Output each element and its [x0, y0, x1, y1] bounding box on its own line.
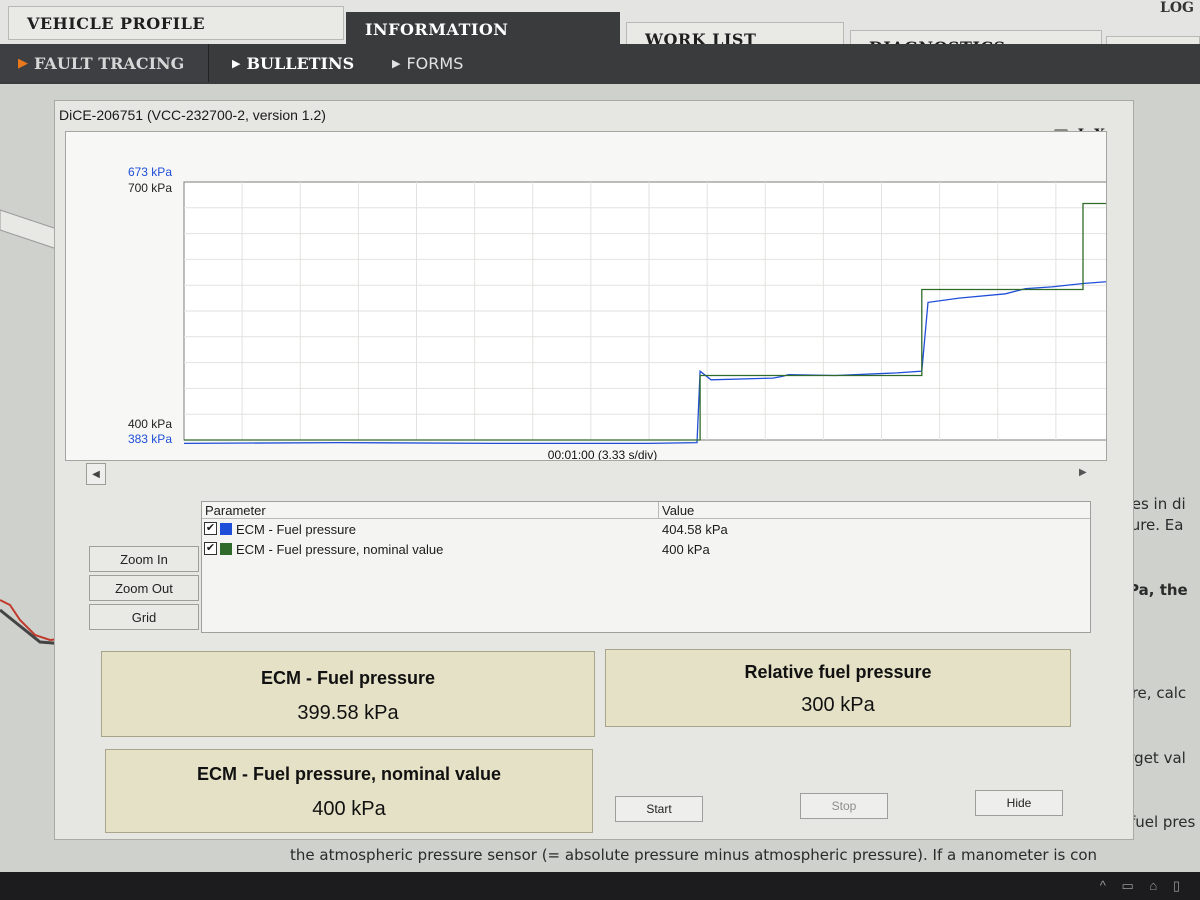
- triangle-right-icon: ▶: [232, 56, 241, 70]
- x-axis-label: 00:01:00 (3.33 s/div): [548, 448, 657, 460]
- y-axis-label-bottom-series2: 400 kPa: [128, 417, 172, 431]
- parameter-name: ECM - Fuel pressure, nominal value: [236, 542, 444, 557]
- grid-button[interactable]: Grid: [89, 604, 199, 630]
- subtab-forms-label: FORMS: [406, 53, 464, 73]
- dialog-title: DiCE-206751 (VCC-232700-2, version 1.2): [59, 107, 326, 123]
- scroll-right-button[interactable]: ▶: [1079, 467, 1087, 478]
- arrow-right-icon: ▶: [1079, 467, 1087, 478]
- subtab-fault-tracing[interactable]: ▶ FAULT TRACING: [0, 44, 209, 82]
- os-taskbar: ^ ▭ ⌂ ▯: [0, 872, 1200, 900]
- y-axis-label-top-series1: 673 kPa: [128, 165, 172, 179]
- parameter-table-header: Parameter Value: [202, 502, 1090, 519]
- doc-text-line: the atmospheric pressure sensor (= absol…: [290, 846, 1098, 864]
- display-title: Relative fuel pressure: [744, 662, 932, 682]
- column-divider: [658, 502, 659, 518]
- fuel-pressure-chart: 673 kPa 700 kPa 400 kPa383 kPa 00:01:00 (3.…: [128, 165, 1106, 460]
- parameter-table: Parameter Value ✔ ECM - Fuel pressure 40…: [201, 501, 1091, 633]
- display-title: ECM - Fuel pressure, nominal value: [196, 764, 502, 784]
- fuel-pressure-dialog: DiCE-206751 (VCC-232700-2, version 1.2) …: [54, 100, 1134, 840]
- y-axis-label-bottom-series1: 383 kPa: [128, 432, 172, 446]
- display-value: 300 kPa: [801, 694, 875, 716]
- display-title: ECM - Fuel pressure: [260, 668, 436, 688]
- table-row: ✔ ECM - Fuel pressure 404.58 kPa: [202, 520, 1090, 540]
- display-value: 399.58 kPa: [297, 702, 399, 724]
- parameter-value: 400 kPa: [662, 542, 710, 557]
- display-relative-fuel-pressure: Relative fuel pressure 300 kPa: [605, 649, 1071, 727]
- checkbox-fuel-pressure[interactable]: ✔: [204, 522, 217, 535]
- chart-frame: 673 kPa 700 kPa 400 kPa 383 kPa 00:01:00 (3.…: [65, 131, 1107, 461]
- hide-button[interactable]: Hide: [975, 790, 1063, 816]
- arrow-left-icon: ◀: [92, 468, 100, 480]
- triangle-right-icon: ▶: [392, 56, 401, 70]
- subtab-bulletins-label: BULLETINS: [246, 53, 355, 73]
- system-tray-icons: ^ ▭ ⌂ ▯: [1099, 878, 1186, 893]
- sub-navigation: ▶ FAULT TRACING ▶ BULLETINS ▶ FORMS: [0, 44, 1200, 84]
- zoom-in-button[interactable]: Zoom In: [89, 546, 199, 572]
- parameter-value: 404.58 kPa: [662, 522, 728, 537]
- tab-vehicle-profile[interactable]: VEHICLE PROFILE: [8, 6, 344, 40]
- series-color-swatch: [220, 523, 232, 535]
- header-parameter: Parameter: [205, 503, 266, 518]
- tab-information[interactable]: INFORMATION: [346, 12, 620, 46]
- y-axis-label-top-series2: 700 kPa: [128, 181, 172, 195]
- logout-link[interactable]: LOG: [1160, 0, 1194, 16]
- zoom-out-button[interactable]: Zoom Out: [89, 575, 199, 601]
- parameter-name: ECM - Fuel pressure: [236, 522, 356, 537]
- subtab-forms[interactable]: ▶ FORMS: [392, 44, 463, 82]
- top-navigation: VEHICLE PROFILE INFORMATION WORK LIST DI…: [0, 0, 1200, 70]
- display-value: 400 kPa: [312, 798, 386, 820]
- arrow-right-icon: ▶: [18, 55, 28, 71]
- stop-button[interactable]: Stop: [800, 793, 888, 819]
- display-fuel-pressure-nominal: ECM - Fuel pressure, nominal value 400 k…: [105, 749, 593, 833]
- checkbox-fuel-pressure-nominal[interactable]: ✔: [204, 542, 217, 555]
- subtab-bulletins[interactable]: ▶ BULLETINS: [232, 44, 354, 82]
- display-fuel-pressure: ECM - Fuel pressure 399.58 kPa: [101, 651, 595, 737]
- scroll-left-button[interactable]: ◀: [86, 463, 106, 485]
- subtab-fault-tracing-label: FAULT TRACING: [34, 53, 185, 73]
- table-row: ✔ ECM - Fuel pressure, nominal value 400…: [202, 540, 1090, 560]
- start-button[interactable]: Start: [615, 796, 703, 822]
- header-value: Value: [662, 503, 695, 518]
- series-color-swatch: [220, 543, 232, 555]
